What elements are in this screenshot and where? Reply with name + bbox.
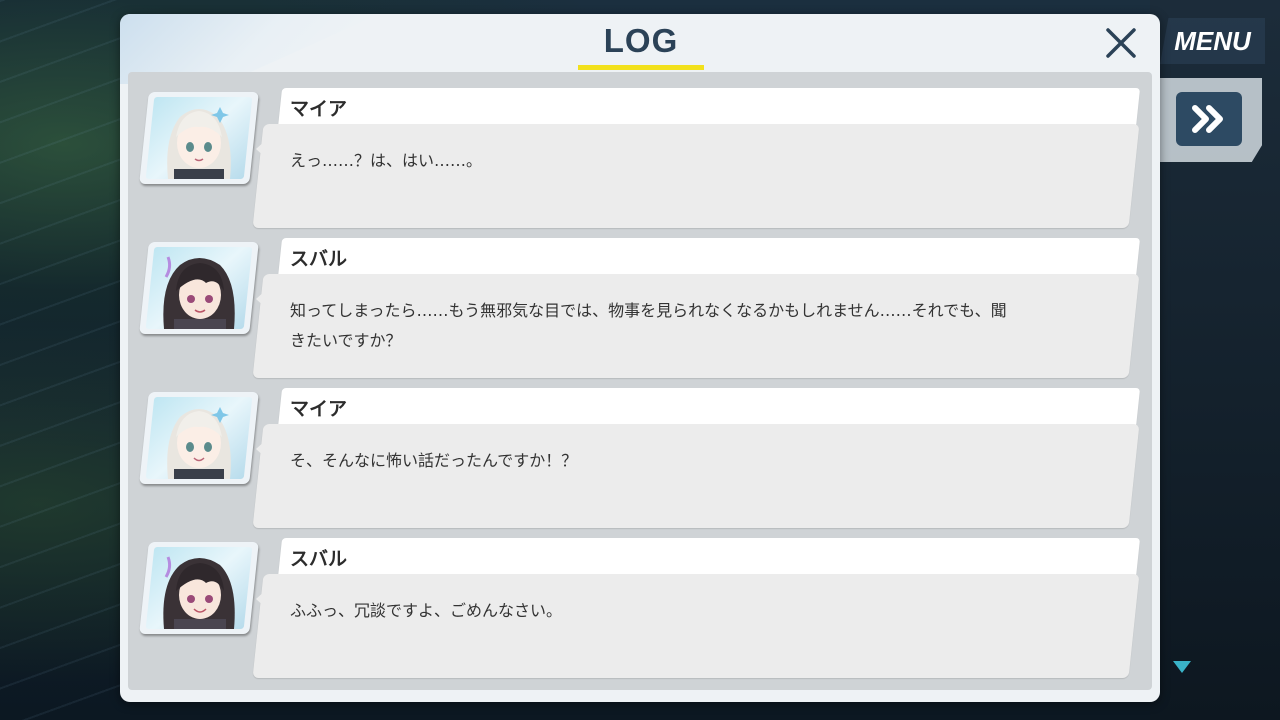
log-entry: マイア えっ……？は、はい……。: [128, 88, 1152, 230]
dialogue-bubble: [252, 124, 1140, 228]
close-icon: [1106, 28, 1136, 58]
speaker-name: スバル: [290, 248, 348, 270]
dialogue-bubble: [252, 424, 1140, 528]
speaker-name-bar: [277, 238, 1141, 278]
speaker-portrait-subaru: [139, 542, 259, 634]
log-entry: スバル ふふっ、冗談ですよ、ごめんなさい。: [128, 538, 1152, 680]
dialogue-text: そ、そんなに怖い話だったんですか！？: [290, 451, 578, 470]
log-list[interactable]: マイア えっ……？は、はい……。 スバル 知ってしまったら……もう無邪気な目では…: [128, 72, 1152, 690]
speaker-name-bar: [277, 538, 1141, 578]
background-foliage: [0, 0, 120, 720]
bubble-tail: [256, 290, 266, 308]
speaker-name-bar: [277, 388, 1141, 428]
speaker-portrait-maia: [139, 392, 259, 484]
double-chevron-right-icon: [1192, 105, 1223, 133]
log-entry: スバル 知ってしまったら……もう無邪気な目では、物事を見られなくなるかもしれませ…: [128, 238, 1152, 380]
log-entry: マイア そ、そんなに怖い話だったんですか！？: [128, 388, 1152, 530]
bubble-tail: [256, 590, 266, 608]
scroll-down-icon[interactable]: [1173, 661, 1191, 673]
title-underline: [578, 65, 704, 70]
menu-button[interactable]: MENU: [1160, 18, 1265, 64]
speaker-portrait-subaru: [139, 242, 259, 334]
bubble-tail: [256, 140, 266, 158]
dialogue-bubble: [252, 574, 1140, 678]
menu-label: MENU: [1174, 25, 1251, 56]
log-title: LOG: [603, 22, 679, 59]
bubble-tail: [256, 440, 266, 458]
fast-forward-button[interactable]: [1176, 92, 1242, 146]
dialogue-text: ふふっ、冗談ですよ、ごめんなさい。: [290, 601, 563, 620]
speaker-portrait-maia: [139, 92, 259, 184]
close-button[interactable]: [1100, 22, 1142, 64]
log-panel: LOG マイア えっ……？は、はい……。 スバル 知ってしまったら……もう無邪気…: [120, 14, 1160, 702]
speaker-name-bar: [277, 88, 1141, 128]
speaker-name: マイア: [290, 98, 348, 120]
dialogue-text: えっ……？は、はい……。: [290, 151, 483, 170]
dialogue-text: 知ってしまったら……もう無邪気な目では、物事を見られなくなるかもしれません……そ…: [290, 301, 1007, 350]
speaker-name: マイア: [290, 398, 348, 420]
log-header: LOG: [120, 14, 1160, 72]
speaker-name: スバル: [290, 548, 348, 570]
